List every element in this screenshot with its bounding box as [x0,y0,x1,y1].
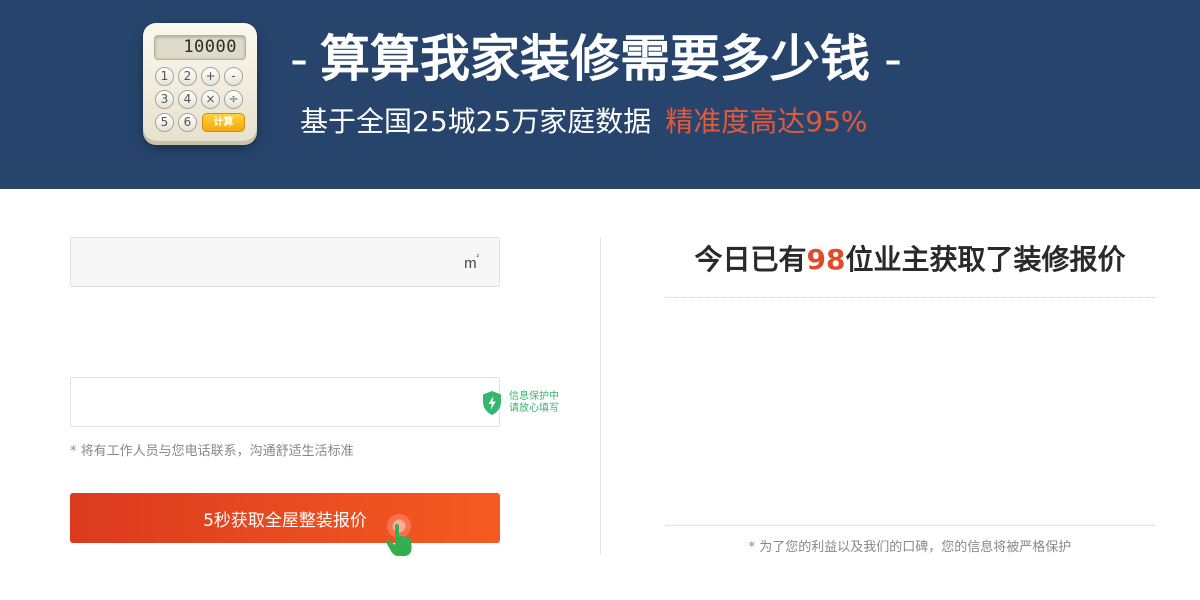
today-prefix: 今日已有 [694,243,807,276]
area-field: m² [70,237,500,287]
get-quote-button-label: 5秒获取全屋整装报价 [203,510,367,531]
title-text: 算算我家装修需要多少钱 [320,30,871,88]
privacy-note: * 为了您的利益以及我们的口碑，您的信息将被严格保护 [748,540,1072,555]
calculator-equals-key: 计算 [202,113,245,132]
calculator-display: 10000 [154,35,246,60]
title-dash-left: - [290,30,309,88]
phone-field: 信息保护中 请放心填写 [70,377,559,427]
calculator-key: × [201,90,220,109]
phone-input[interactable] [71,378,499,426]
calculator-key: + [201,67,220,86]
area-input[interactable] [71,238,499,286]
header-banner: 10000 1 2 + - 3 4 × ÷ 5 6 计算 - 算算我家装修需要多少… [0,0,1200,189]
page-title: - 算算我家装修需要多少钱 - [288,24,902,94]
title-dash-right: - [884,30,903,88]
calculator-key: - [224,67,243,86]
page-subtitle: 基于全国25城25万家庭数据 精准度高达95% [300,101,868,143]
calculator-key: 2 [178,67,197,86]
calculator-key: 5 [155,113,174,132]
today-suffix: 位业主获取了装修报价 [845,243,1126,276]
calculator-key: 3 [155,90,174,109]
today-count: 98 [806,243,846,276]
quote-feed [665,300,1155,522]
feed-divider-top [665,297,1155,298]
column-divider [600,237,601,555]
subtitle-highlight: 精准度高达95% [665,105,868,138]
hand-pointer-icon [386,514,412,556]
subtitle-text: 基于全国25城25万家庭数据 [300,105,652,138]
calculator-key: 4 [178,90,197,109]
calculator-key: ÷ [224,90,243,109]
contact-tip: * 将有工作人员与您电话联系，沟通舒适生活标准 [70,444,354,459]
today-count-heading: 今日已有98位业主获取了装修报价 [665,238,1155,282]
secure-badge-text: 信息保护中 请放心填写 [509,391,559,414]
calculator-key: 1 [155,67,174,86]
area-unit: m² [464,254,479,272]
calculator-icon: 10000 1 2 + - 3 4 × ÷ 5 6 计算 [143,23,257,141]
feed-divider-bottom [665,525,1155,526]
get-quote-button[interactable]: 5秒获取全屋整装报价 [70,493,500,543]
calculator-key: 6 [178,113,197,132]
shield-bolt-icon [483,391,501,415]
